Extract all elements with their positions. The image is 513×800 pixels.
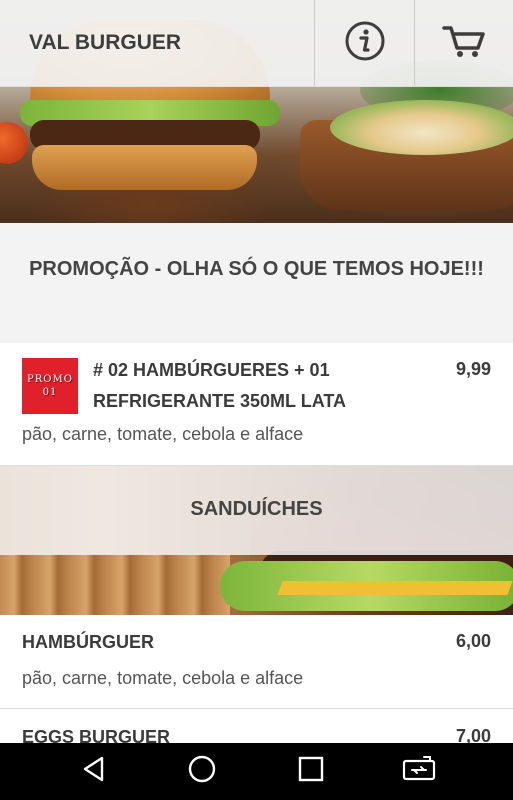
promo-badge-line2: 01 [42,387,58,398]
recents-button[interactable] [283,752,339,792]
promo-item-description: pão, carne, tomate, cebola e alface [22,424,304,444]
promo-item-price: 9,99 [455,359,491,379]
app-bar: VAL BURGUER [0,0,513,87]
cart-button[interactable] [414,0,513,86]
menu-item-description: pão, carne, tomate, cebola e alface [22,668,304,688]
promo-badge-line1: PROMO [27,374,73,385]
promo-badge-image: PROMO 01 [22,358,78,414]
sanduiches-section-heading: SANDUÍCHES [0,466,513,555]
cart-icon [442,22,486,65]
promo-section-heading: PROMOÇÃO - OLHA SÓ O QUE TEMOS HOJE!!! [0,223,513,343]
promo-item-name: # 02 HAMBÚRGUERES + 01 REFRIGERANTE 350M… [93,360,347,411]
back-icon [80,755,108,788]
back-button[interactable] [66,752,122,792]
app-title: VAL BURGUER [29,31,182,54]
menu-item-hamburguer[interactable]: HAMBÚRGUER 6,00 pão, carne, tomate, cebo… [0,615,513,709]
home-button[interactable] [174,752,230,792]
recents-icon [297,755,325,788]
menu-item-name: HAMBÚRGUER [22,632,154,652]
menu-item-price: 6,00 [455,631,491,651]
home-icon [187,754,217,789]
system-nav-bar [0,743,513,800]
promo-menu-item[interactable]: PROMO 01 # 02 HAMBÚRGUERES + 01 REFRIGER… [0,343,513,466]
info-button[interactable] [314,0,414,86]
rotate-icon [402,755,436,788]
info-icon [344,20,386,67]
rotate-button[interactable] [391,752,447,792]
